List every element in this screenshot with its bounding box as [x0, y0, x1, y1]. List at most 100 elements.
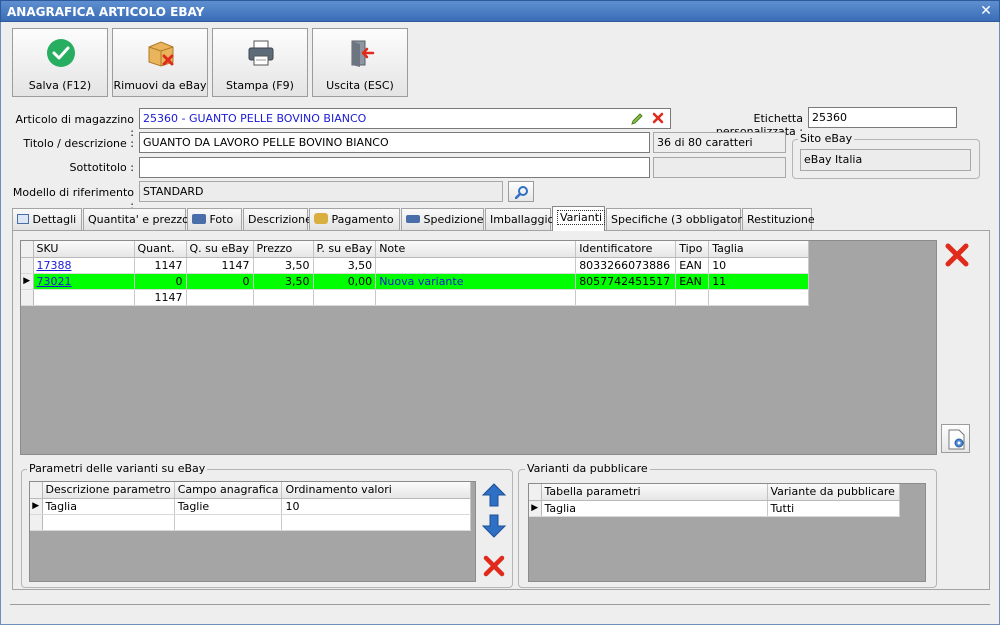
sku-link[interactable]: 17388	[37, 259, 72, 272]
search-button[interactable]	[508, 181, 534, 202]
etichetta-field[interactable]: 25360	[808, 107, 957, 128]
col-ordinamento[interactable]: Ordinamento valori	[281, 482, 472, 499]
col-p-ebay[interactable]: P. su eBay	[313, 241, 377, 258]
table-row[interactable]: ▶ Taglia Taglie 10	[30, 498, 472, 515]
arrow-down-icon	[481, 514, 507, 538]
cell-quant[interactable]: 1147	[134, 257, 187, 274]
window-title: ANAGRAFICA ARTICOLO EBAY	[0, 0, 1000, 22]
tab-label: Dettagli	[32, 213, 77, 226]
cell-identificatore[interactable]: 8057742451517	[575, 273, 677, 290]
col-campo[interactable]: Campo anagrafica	[174, 482, 283, 499]
calendar-icon	[17, 214, 29, 224]
col-prezzo[interactable]: Prezzo	[253, 241, 314, 258]
tab-dettagli[interactable]: Dettagli	[12, 208, 82, 230]
header-row: Tabella parametri Variante da pubblicare	[529, 484, 900, 501]
articolo-field[interactable]: 25360 - GUANTO PELLE BOVINO BIANCO	[139, 108, 671, 129]
print-label: Stampa (F9)	[226, 79, 294, 92]
tab-bar: Dettagli Quantita' e prezzo Foto Descriz…	[12, 206, 990, 231]
sku-link[interactable]: 73021	[37, 275, 72, 288]
tab-descrizione[interactable]: Descrizione	[243, 208, 312, 230]
cell-prezzo[interactable]: 3,50	[253, 257, 314, 274]
tab-label: Descrizione	[248, 213, 312, 226]
cell-note[interactable]: Nuova variante	[375, 273, 577, 290]
col-taglia[interactable]: Taglia	[708, 241, 810, 258]
params-grid: Descrizione parametro Campo anagrafica O…	[29, 481, 476, 582]
cell-note[interactable]	[375, 257, 577, 274]
cell-q-ebay[interactable]: 1147	[186, 257, 254, 274]
cell-variante[interactable]: Tutti	[767, 500, 900, 517]
cell-taglia[interactable]: 11	[708, 273, 810, 290]
cell-prezzo[interactable]: 3,50	[253, 273, 314, 290]
col-q-ebay[interactable]: Q. su eBay	[186, 241, 254, 258]
bottom-separator	[10, 604, 990, 605]
col-identificatore[interactable]: Identificatore	[575, 241, 677, 258]
tab-specifiche[interactable]: Specifiche (3 obbligatorie)	[606, 208, 756, 230]
tab-label: Specifiche (3 obbligatorie)	[611, 213, 757, 226]
cell-campo[interactable]: Taglie	[174, 498, 283, 515]
char-counter: 36 di 80 caratteri	[653, 132, 786, 153]
cell-ordinamento[interactable]: 10	[281, 498, 472, 515]
col-quant[interactable]: Quant.	[134, 241, 187, 258]
publish-title: Varianti da pubblicare	[525, 462, 650, 475]
col-tabella-parametri[interactable]: Tabella parametri	[541, 484, 768, 501]
row-pointer-icon: ▶	[30, 498, 43, 515]
table-row[interactable]: ▶ Taglia Tutti	[529, 500, 900, 517]
exit-button[interactable]: Uscita (ESC)	[312, 28, 408, 97]
close-icon[interactable]: ✕	[978, 0, 994, 22]
delete-variant-button[interactable]	[943, 241, 971, 269]
header-row: SKU Quant. Q. su eBay Prezzo P. su eBay …	[21, 241, 810, 258]
cell-tipo[interactable]: EAN	[675, 273, 710, 290]
move-up-button[interactable]	[481, 482, 507, 508]
camera-icon	[192, 214, 206, 224]
delete-x-icon	[945, 243, 969, 267]
params-table: Descrizione parametro Campo anagrafica O…	[30, 482, 472, 531]
delete-x-icon	[483, 555, 505, 577]
cell-taglia[interactable]: 10	[708, 257, 810, 274]
cell-tipo[interactable]: EAN	[675, 257, 710, 274]
printer-icon	[248, 40, 274, 66]
tab-foto[interactable]: Foto	[187, 208, 242, 230]
modello-field: STANDARD	[139, 181, 503, 202]
tab-label: Pagamento	[331, 213, 394, 226]
clear-icon[interactable]	[652, 112, 664, 124]
check-icon	[47, 39, 75, 67]
cell-sku[interactable]: 17388	[33, 257, 135, 274]
sottotitolo-field[interactable]	[139, 157, 650, 178]
tab-restituzione[interactable]: Restituzione	[742, 208, 815, 230]
cell-quant[interactable]: 0	[134, 273, 187, 290]
cell-tabella[interactable]: Taglia	[541, 500, 768, 517]
tab-imballaggio[interactable]: Imballaggio	[485, 208, 554, 230]
save-button[interactable]: Salva (F12)	[12, 28, 108, 97]
table-row-selected[interactable]: ▶ 73021 0 0 3,50 0,00 Nuova variante 805…	[21, 273, 810, 290]
cell-sku[interactable]: 73021	[33, 273, 135, 290]
tab-label: Quantita' e prezzo	[88, 213, 189, 226]
variants-table: SKU Quant. Q. su eBay Prezzo P. su eBay …	[21, 241, 810, 306]
tab-label: Varianti	[557, 210, 606, 225]
cell-q-ebay[interactable]: 0	[186, 273, 254, 290]
cell-descrizione[interactable]: Taglia	[42, 498, 175, 515]
search-icon	[515, 186, 528, 199]
col-descrizione[interactable]: Descrizione parametro	[42, 482, 175, 499]
move-down-button[interactable]	[481, 513, 507, 539]
titolo-label: Titolo / descrizione :	[23, 137, 134, 150]
cell-p-ebay[interactable]: 0,00	[313, 273, 377, 290]
col-variante-pubblicare[interactable]: Variante da pubblicare	[767, 484, 900, 501]
tab-pagamento[interactable]: Pagamento	[309, 208, 400, 230]
col-sku[interactable]: SKU	[33, 241, 135, 258]
tab-varianti[interactable]: Varianti	[552, 206, 606, 231]
col-note[interactable]: Note	[375, 241, 577, 258]
col-tipo[interactable]: Tipo	[675, 241, 710, 258]
remove-from-ebay-button[interactable]: Rimuovi da eBay	[112, 28, 208, 97]
tab-spedizione[interactable]: Spedizione	[401, 208, 484, 230]
cell-identificatore[interactable]: 8033266073886	[575, 257, 677, 274]
edit-pencil-icon[interactable]	[630, 112, 644, 126]
cell-p-ebay[interactable]: 3,50	[313, 257, 377, 274]
delete-param-button[interactable]	[481, 553, 507, 579]
variant-settings-button[interactable]	[941, 424, 970, 453]
tab-label: Foto	[209, 213, 234, 226]
titolo-field[interactable]: GUANTO DA LAVORO PELLE BOVINO BIANCO	[139, 132, 650, 153]
table-row[interactable]: 17388 1147 1147 3,50 3,50 8033266073886 …	[21, 257, 810, 274]
tab-quantita-prezzo[interactable]: Quantita' e prezzo	[83, 208, 189, 230]
table-row-empty[interactable]	[30, 514, 472, 531]
print-button[interactable]: Stampa (F9)	[212, 28, 308, 97]
